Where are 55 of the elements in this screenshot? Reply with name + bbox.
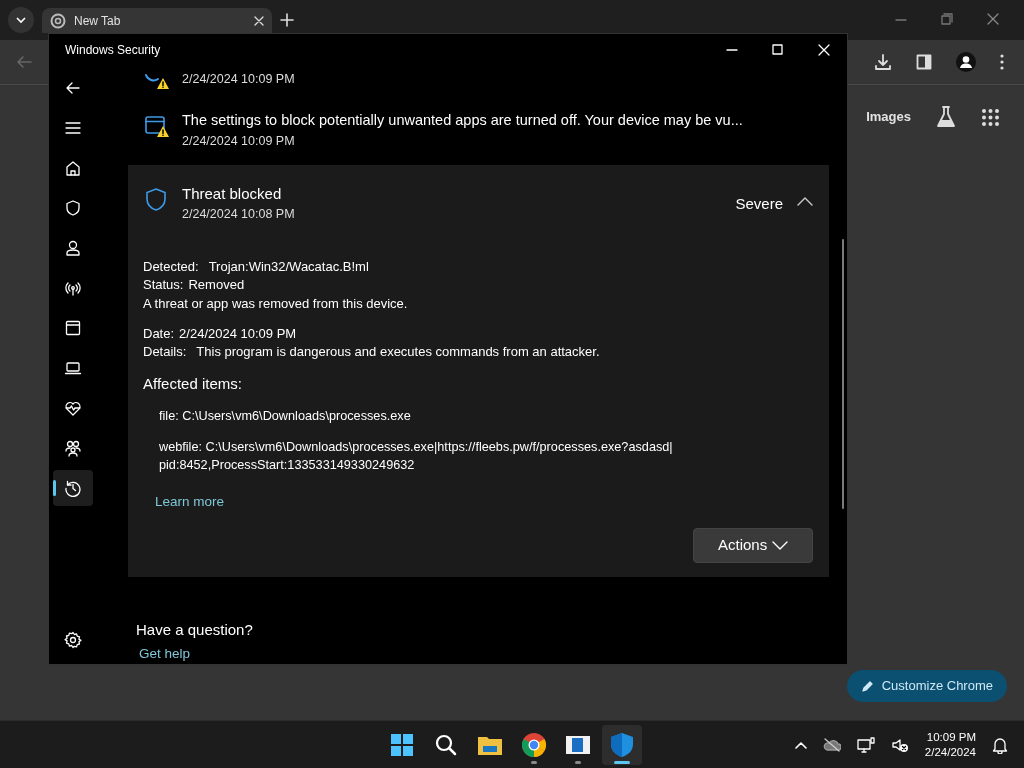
clock-date[interactable]: 2/24/2024 <box>924 744 976 760</box>
bell-icon[interactable] <box>992 735 1008 754</box>
images-link[interactable]: Images <box>866 107 911 127</box>
detail-line: Details: This program is dangerous and executes commands from an attacker. <box>143 343 601 362</box>
detail-note: A threat or app was removed from this device. <box>143 294 409 313</box>
laptop-icon <box>64 359 82 377</box>
history-item-date: 2/24/2024 10:09 PM <box>182 71 295 88</box>
close-icon[interactable] <box>254 15 264 26</box>
sidebar-item[interactable] <box>53 470 93 506</box>
browser-window-icon <box>64 319 82 337</box>
app-warning-icon <box>144 114 170 140</box>
threat-date: 2/24/2024 10:08 PM <box>182 206 296 223</box>
history-item-title[interactable]: The settings to block potentially unwanted apps are turned off. Your device may be vu... <box>182 110 743 132</box>
affected-item: webfile: C:\Users\vm6\Downloads\processes.exe|https://fleebs.pw/f/processes.exe?asdasd| pid:8452,ProcessStart:133533149330249632 <box>159 438 674 474</box>
detail-line: Date: 2/24/2024 10:09 PM <box>143 325 298 344</box>
affected-heading: Affected items: <box>143 374 243 395</box>
home-icon <box>64 159 82 177</box>
flask-icon[interactable] <box>935 105 957 129</box>
cloud-icon[interactable] <box>822 737 841 752</box>
tab-search-button[interactable] <box>8 7 34 33</box>
taskbar-button[interactable] <box>602 724 642 765</box>
customize-chrome-button[interactable]: Customize Chrome <box>846 670 1007 702</box>
detail-line: Status: Removed <box>143 275 246 294</box>
menu-icon[interactable] <box>1000 54 1004 70</box>
history-item-date: 2/24/2024 10:09 PM <box>182 132 296 150</box>
menu-icon <box>64 119 82 137</box>
apps-grid-icon[interactable] <box>981 107 1000 127</box>
person-icon <box>64 239 82 257</box>
side-panel-icon[interactable] <box>916 54 932 70</box>
question-heading: Have a question? <box>136 620 254 640</box>
settings-icon <box>64 631 82 649</box>
new-tab-icon[interactable] <box>280 13 294 27</box>
chevron-down-icon <box>772 540 788 551</box>
threat-header[interactable]: Threat blocked 2/24/2024 10:08 PM Severe <box>128 164 829 224</box>
actions-button[interactable]: Actions <box>693 528 813 563</box>
history-icon <box>64 479 82 497</box>
detail-line: Detected: Trojan:Win32/Wacatac.B!ml <box>143 257 370 276</box>
pencil-icon <box>860 679 874 693</box>
learn-more-link[interactable]: Learn more <box>155 491 225 512</box>
chevron-up-icon[interactable] <box>797 195 813 206</box>
tab-title: New Tab <box>74 12 122 30</box>
window-title: Windows Security <box>64 42 162 59</box>
people-icon <box>64 439 82 457</box>
severity-label: Severe <box>735 193 783 214</box>
network-icon[interactable] <box>856 736 875 753</box>
browser-tab[interactable]: New Tab <box>42 8 272 33</box>
clock-time[interactable]: 10:09 PM <box>926 729 976 745</box>
threat-title: Threat blocked <box>182 183 283 204</box>
shield-icon <box>64 199 82 217</box>
profile-icon[interactable] <box>956 52 976 72</box>
heart-pulse-icon <box>64 399 82 417</box>
get-help-link[interactable]: Get help <box>139 643 191 664</box>
affected-item: file: C:\Users\vm6\Downloads\processes.exe <box>159 407 412 425</box>
shield-icon <box>144 186 168 213</box>
download-icon[interactable] <box>874 53 892 71</box>
